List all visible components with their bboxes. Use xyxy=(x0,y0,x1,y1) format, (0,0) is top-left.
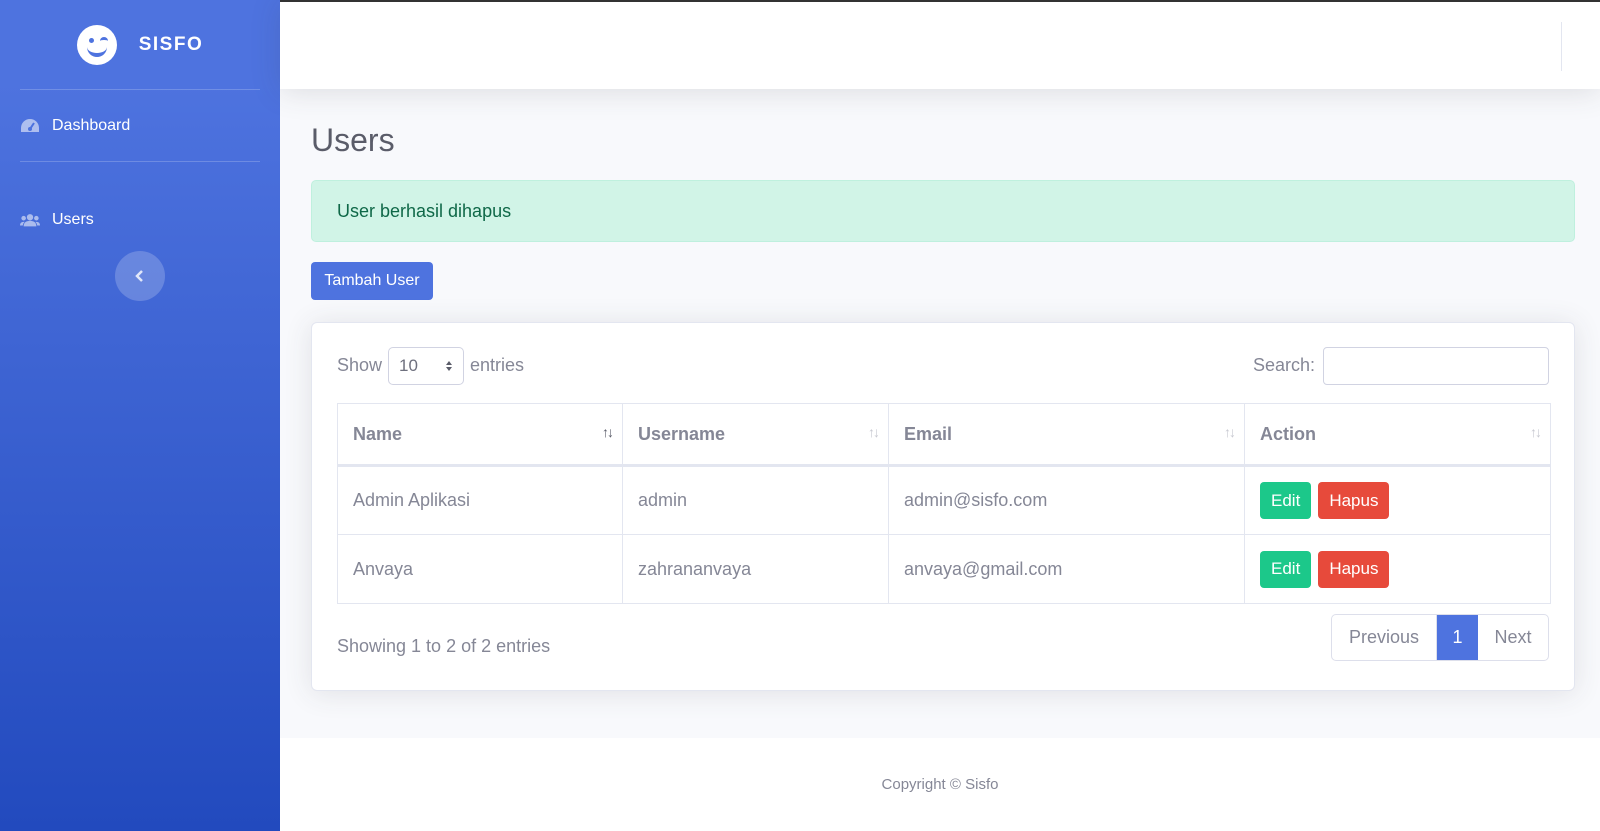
sidebar-item-dashboard[interactable]: Dashboard xyxy=(0,90,280,161)
laugh-wink-icon xyxy=(76,24,117,65)
brand-name: SISFO xyxy=(138,33,204,55)
copyright-text: Copyright © Sisfo xyxy=(881,776,999,793)
show-label: Show xyxy=(337,355,383,375)
page-length-select[interactable]: 10 xyxy=(388,346,465,385)
cell-action: Edit Hapus xyxy=(1244,465,1551,535)
topbar-divider xyxy=(1561,22,1562,71)
delete-button[interactable]: Hapus xyxy=(1318,482,1390,519)
cell-action: Edit Hapus xyxy=(1244,534,1551,604)
users-icon xyxy=(20,213,40,226)
sidebar-brand[interactable]: SISFO xyxy=(0,0,280,89)
cell-name: Anvaya xyxy=(337,534,623,604)
column-header-email[interactable]: Email ↑↓ xyxy=(888,403,1245,467)
cell-name: Admin Aplikasi xyxy=(337,465,623,535)
table-header-row: Name ↑↓ Username ↑↓ Email ↑↓ Action ↑↓ xyxy=(337,403,1551,467)
pagination-next[interactable]: Next xyxy=(1478,615,1548,660)
search-control: Search: xyxy=(1252,346,1549,385)
edit-button[interactable]: Edit xyxy=(1260,482,1312,519)
tachometer-icon xyxy=(21,118,39,132)
page-length-control: Show 10 entries xyxy=(337,346,525,385)
sidebar-toggle-button[interactable] xyxy=(115,251,165,301)
sort-asc-icon: ↑↓ xyxy=(602,424,614,440)
column-header-name[interactable]: Name ↑↓ xyxy=(337,403,623,467)
add-user-button[interactable]: Tambah User xyxy=(311,262,433,300)
cell-email: anvaya@gmail.com xyxy=(888,534,1245,604)
users-table: Name ↑↓ Username ↑↓ Email ↑↓ Action ↑↓ Admin… xyxy=(337,403,1551,604)
cell-username: zahrananvaya xyxy=(622,534,889,604)
select-arrows-icon xyxy=(446,360,453,371)
column-header-username[interactable]: Username ↑↓ xyxy=(622,403,889,467)
entries-label: entries xyxy=(470,355,525,375)
delete-button[interactable]: Hapus xyxy=(1318,550,1390,588)
datatable-controls: Show 10 entries Search: xyxy=(337,323,1549,403)
table-info: Showing 1 to 2 of 2 entries xyxy=(337,636,551,656)
pagination: Previous 1 Next xyxy=(1331,614,1549,661)
sidebar-item-label: Dashboard xyxy=(52,116,131,134)
sidebar-item-label: Users xyxy=(52,210,94,228)
table-row: Anvaya zahrananvaya anvaya@gmail.com Edi… xyxy=(337,534,1551,604)
page-title: Users xyxy=(311,122,395,158)
page-length-value: 10 xyxy=(399,355,418,375)
table-row: Admin Aplikasi admin admin@sisfo.com Edi… xyxy=(337,465,1551,535)
sidebar: SISFO Dashboard Users xyxy=(0,0,280,831)
sort-icon: ↑↓ xyxy=(868,424,880,440)
cell-username: admin xyxy=(622,465,889,535)
search-input[interactable] xyxy=(1323,346,1549,385)
edit-button[interactable]: Edit xyxy=(1260,550,1312,588)
datatable-footer: Showing 1 to 2 of 2 entries Previous 1 N… xyxy=(337,614,1549,661)
main-content: Users User berhasil dihapus Tambah User … xyxy=(311,89,1575,691)
column-header-action[interactable]: Action ↑↓ xyxy=(1244,403,1551,467)
users-card: Show 10 entries Search: Name ↑↓ Username… xyxy=(311,322,1575,691)
topbar xyxy=(280,0,1600,89)
search-label: Search: xyxy=(1252,355,1315,375)
pagination-page-1[interactable]: 1 xyxy=(1437,615,1478,660)
chevron-left-icon xyxy=(135,270,143,282)
success-alert: User berhasil dihapus xyxy=(311,180,1575,242)
pagination-previous[interactable]: Previous xyxy=(1332,615,1437,660)
cell-email: admin@sisfo.com xyxy=(888,465,1245,535)
sort-icon: ↑↓ xyxy=(1224,424,1236,440)
footer: Copyright © Sisfo xyxy=(280,738,1600,831)
sort-icon: ↑↓ xyxy=(1530,424,1542,440)
